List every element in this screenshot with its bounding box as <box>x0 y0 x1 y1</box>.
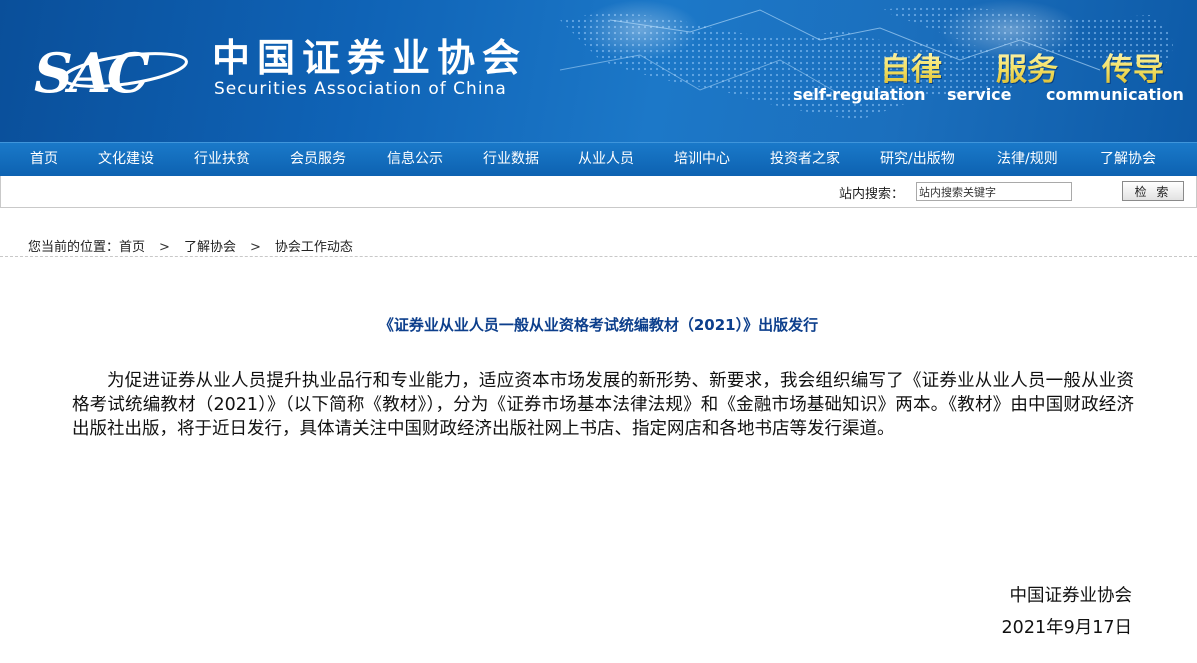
main-nav: 首页 文化建设 行业扶贫 会员服务 信息公示 行业数据 从业人员 培训中心 投资… <box>0 142 1197 176</box>
org-name-cn: 中国证券业协会 <box>212 35 528 80</box>
nav-item-training[interactable]: 培训中心 <box>674 143 730 176</box>
slogan-communication-cn: 传导 <box>1102 44 1164 89</box>
search-button[interactable]: 检 索 <box>1122 181 1184 201</box>
slogan-communication-en: communication <box>1046 85 1184 104</box>
nav-item-disclosure[interactable]: 信息公示 <box>387 143 443 176</box>
nav-item-investors[interactable]: 投资者之家 <box>770 143 840 176</box>
org-name-en: Securities Association of China <box>214 79 507 99</box>
breadcrumb-prefix: 您当前的位置： <box>28 240 120 255</box>
sac-logo-icon: SAC <box>34 41 188 102</box>
signature-date: 2021年9月17日 <box>1001 618 1132 638</box>
nav-item-member-services[interactable]: 会员服务 <box>290 143 346 176</box>
chevron-right-icon: > <box>249 240 261 255</box>
search-bar: 站内搜索： 检 索 <box>0 176 1197 208</box>
chevron-right-icon: > <box>159 240 170 255</box>
search-input[interactable] <box>916 182 1072 201</box>
nav-item-research[interactable]: 研究/出版物 <box>880 143 955 176</box>
nav-item-industry-data[interactable]: 行业数据 <box>483 143 539 176</box>
breadcrumb: 您当前的位置：首页 > 了解协会 > 协会工作动态 <box>28 236 353 255</box>
slogan-self-regulation-cn: 自律 <box>880 44 942 89</box>
header-banner: SAC 中国证券业协会 Securities Association of Ch… <box>0 0 1197 142</box>
article-title: 《证券业从业人员一般从业资格考试统编教材（2021）》出版发行 <box>378 316 819 334</box>
slogan-service-cn: 服务 <box>996 44 1058 89</box>
slogan-service-en: service <box>947 85 1012 104</box>
nav-item-law-rules[interactable]: 法律/规则 <box>997 143 1058 176</box>
slogan-self-regulation-en: self-regulation <box>793 85 926 104</box>
logo-text: SAC <box>34 41 150 102</box>
nav-item-practitioners[interactable]: 从业人员 <box>578 143 634 176</box>
article-body: 为促进证券从业人员提升执业品行和专业能力，适应资本市场发展的新形势、新要求，我会… <box>72 371 1134 439</box>
breadcrumb-news[interactable]: 协会工作动态 <box>275 240 353 255</box>
breadcrumb-home[interactable]: 首页 <box>119 240 145 255</box>
article-signature: 中国证券业协会 2021年9月17日 <box>1002 580 1132 644</box>
nav-item-culture[interactable]: 文化建设 <box>98 143 154 176</box>
nav-item-poverty-relief[interactable]: 行业扶贫 <box>194 143 250 176</box>
signature-org: 中国证券业协会 <box>1009 586 1133 606</box>
nav-item-home[interactable]: 首页 <box>30 143 58 176</box>
search-label: 站内搜索： <box>839 187 905 202</box>
breadcrumb-about[interactable]: 了解协会 <box>184 240 236 255</box>
nav-item-about[interactable]: 了解协会 <box>1100 143 1156 176</box>
breadcrumb-bar: 您当前的位置：首页 > 了解协会 > 协会工作动态 <box>0 232 1197 257</box>
